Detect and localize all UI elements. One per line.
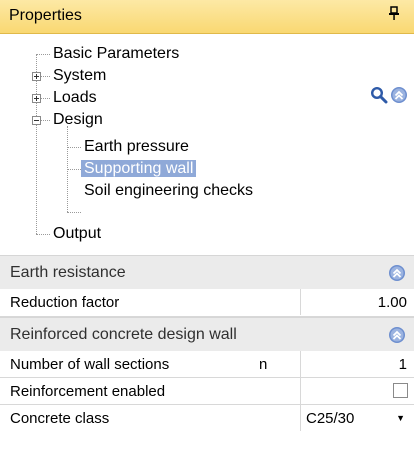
tree-item-label: Loads [53, 89, 97, 106]
column-divider [300, 351, 301, 377]
tree-connector-line [40, 120, 50, 121]
collapse-icon[interactable] [388, 326, 406, 344]
tree-item-label: Supporting wall [81, 160, 197, 177]
tree-item-label: Earth pressure [84, 138, 189, 155]
tree-item-label: Design [53, 111, 103, 128]
tree-connector-line [36, 54, 50, 55]
panel-title: Properties [9, 7, 82, 24]
column-divider [300, 378, 301, 404]
wall-sections-value[interactable]: 1 [399, 356, 407, 373]
expand-plus-icon[interactable] [32, 94, 41, 103]
property-row-reduction-factor: Reduction factor 1.00 [0, 289, 414, 317]
tree-item-design[interactable]: Design [50, 109, 106, 131]
collapse-icon[interactable] [390, 86, 408, 104]
property-name: Number of wall sections [10, 356, 170, 373]
property-name: Reduction factor [10, 294, 120, 311]
property-symbol: n [259, 356, 268, 373]
tree-item-label: Soil engineering checks [84, 182, 253, 199]
tree-connector-line [67, 169, 81, 170]
tree-item-label: Basic Parameters [53, 45, 180, 62]
properties-title-bar: Properties [0, 0, 414, 34]
tree-item-soil-engineering-checks[interactable]: Soil engineering checks [81, 180, 256, 202]
property-row-reinforcement-enabled: Reinforcement enabled [0, 378, 414, 405]
tree-connector-line [67, 212, 81, 213]
tree-item-basic-parameters[interactable]: Basic Parameters [50, 43, 182, 65]
tree-connector-line [40, 98, 50, 99]
navigation-tree: Basic Parameters System Loads Design Ear… [0, 34, 414, 252]
expand-plus-icon[interactable] [32, 72, 41, 81]
property-name: Reinforcement enabled [10, 383, 166, 400]
column-divider [300, 289, 301, 315]
tree-item-system[interactable]: System [50, 65, 109, 87]
tree-item-earth-pressure[interactable]: Earth pressure [81, 136, 192, 158]
column-divider [300, 405, 301, 431]
dropdown-arrow-icon[interactable]: ▼ [396, 413, 405, 423]
tree-connector-line [36, 234, 50, 235]
tree-connector-line [36, 54, 37, 234]
reinforcement-enabled-checkbox[interactable] [393, 383, 408, 398]
search-icon[interactable] [370, 86, 388, 104]
tree-connector-line [67, 147, 81, 148]
tree-item-output[interactable]: Output [50, 223, 104, 245]
property-name: Concrete class [10, 410, 110, 427]
section-earth-resistance[interactable]: Earth resistance [0, 255, 414, 289]
reduction-factor-value[interactable]: 1.00 [378, 294, 407, 311]
concrete-class-select[interactable]: C25/30 [306, 410, 354, 427]
section-title: Earth resistance [10, 264, 126, 281]
tree-item-label: Output [53, 225, 102, 242]
property-row-number-of-wall-sections: Number of wall sections n 1 [0, 351, 414, 378]
property-row-concrete-class: Concrete class C25/30 ▼ [0, 405, 414, 432]
collapse-icon[interactable] [388, 264, 406, 282]
tree-item-loads[interactable]: Loads [50, 87, 100, 109]
tree-connector-line [40, 76, 50, 77]
section-reinforced-concrete-design-wall[interactable]: Reinforced concrete design wall [0, 317, 414, 351]
tree-item-label: System [53, 67, 107, 84]
tree-item-supporting-wall[interactable]: Supporting wall [81, 158, 197, 180]
pin-icon[interactable] [388, 6, 400, 23]
section-title: Reinforced concrete design wall [10, 326, 237, 343]
collapse-minus-icon[interactable] [32, 116, 41, 125]
